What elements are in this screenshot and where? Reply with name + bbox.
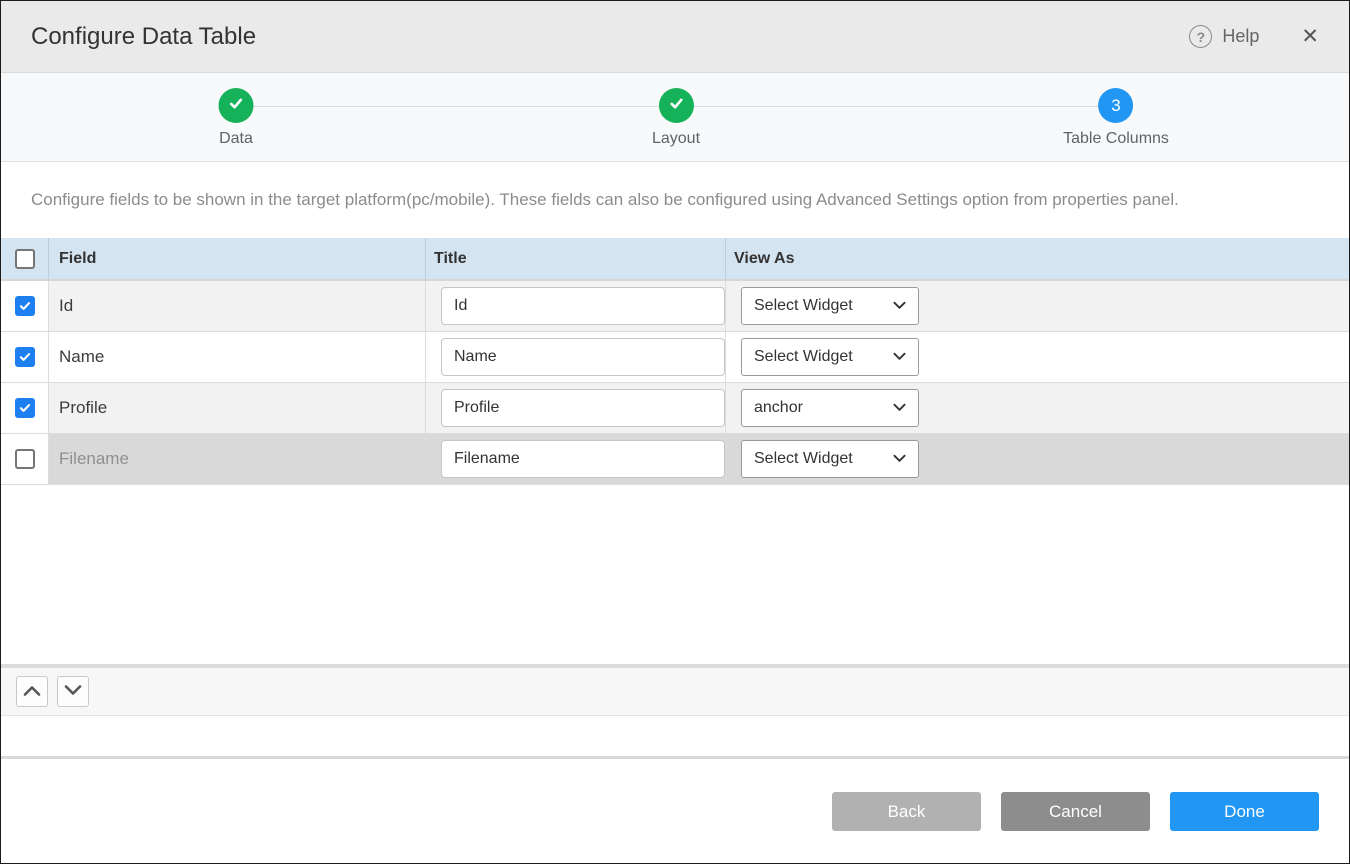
- row-checkbox[interactable]: [15, 449, 35, 469]
- table-row: Id Select Widget: [1, 281, 1349, 332]
- row-checkbox-cell: [1, 332, 49, 382]
- title-input[interactable]: [441, 287, 725, 325]
- step-table-columns[interactable]: 3 Table Columns: [1063, 88, 1169, 148]
- title-input[interactable]: [441, 440, 725, 478]
- titlebar: Configure Data Table ? Help ✕: [1, 1, 1349, 73]
- step-data-circle: [219, 88, 254, 123]
- view-as-selected-value: Select Widget: [754, 297, 853, 315]
- chevron-down-icon: [893, 348, 906, 366]
- step-table-columns-label: Table Columns: [1063, 130, 1169, 148]
- help-circle-icon[interactable]: ?: [1189, 25, 1212, 48]
- table-body: Id Select Widget Name: [1, 281, 1349, 485]
- table-header-row: Field Title View As: [1, 238, 1349, 281]
- description-area: Configure fields to be shown in the targ…: [1, 162, 1349, 238]
- move-up-button[interactable]: [16, 676, 48, 707]
- dialog-title: Configure Data Table: [31, 23, 256, 51]
- field-name-label: Profile: [59, 398, 107, 418]
- footer: Back Cancel Done: [1, 756, 1349, 863]
- chevron-down-icon: [893, 297, 906, 315]
- chevron-down-icon: [893, 450, 906, 468]
- field-name-label: Id: [59, 296, 73, 316]
- step-layout[interactable]: Layout: [652, 88, 700, 148]
- chevron-down-icon: [64, 683, 82, 701]
- row-checkbox[interactable]: [15, 347, 35, 367]
- table-empty-area: [1, 485, 1349, 664]
- view-as-selected-value: anchor: [754, 399, 803, 417]
- check-icon: [666, 94, 685, 118]
- done-button[interactable]: Done: [1170, 792, 1319, 831]
- row-checkbox-cell: [1, 434, 49, 484]
- back-button[interactable]: Back: [832, 792, 981, 831]
- row-checkbox[interactable]: [15, 296, 35, 316]
- column-header-view-as: View As: [726, 238, 1349, 279]
- title-input[interactable]: [441, 338, 725, 376]
- row-checkbox[interactable]: [15, 398, 35, 418]
- configure-data-table-dialog: Configure Data Table ? Help ✕ Data Layou…: [0, 0, 1350, 864]
- view-as-selected-value: Select Widget: [754, 450, 853, 468]
- description-text: Configure fields to be shown in the targ…: [31, 190, 1319, 210]
- table-row: Name Select Widget: [1, 332, 1349, 383]
- table-row: Filename Select Widget: [1, 434, 1349, 485]
- stepper: Data Layout 3 Table Columns: [1, 73, 1349, 162]
- row-checkbox-cell: [1, 281, 49, 331]
- move-down-button[interactable]: [57, 676, 89, 707]
- view-as-selected-value: Select Widget: [754, 348, 853, 366]
- view-as-dropdown[interactable]: anchor: [741, 389, 919, 427]
- reorder-toolbar: [1, 664, 1349, 716]
- title-input[interactable]: [441, 389, 725, 427]
- select-all-cell: [1, 238, 49, 279]
- field-name-label: Name: [59, 347, 104, 367]
- step-table-columns-circle: 3: [1098, 88, 1133, 123]
- cancel-button[interactable]: Cancel: [1001, 792, 1150, 831]
- footer-gap: [1, 716, 1349, 756]
- table-row: Profile anchor: [1, 383, 1349, 434]
- select-all-checkbox[interactable]: [15, 249, 35, 269]
- close-icon[interactable]: ✕: [1301, 26, 1319, 47]
- column-header-field: Field: [49, 238, 426, 279]
- step-layout-circle: [658, 88, 693, 123]
- row-checkbox-cell: [1, 383, 49, 433]
- step-data[interactable]: Data: [219, 88, 254, 148]
- check-icon: [227, 94, 246, 118]
- view-as-dropdown[interactable]: Select Widget: [741, 287, 919, 325]
- view-as-dropdown[interactable]: Select Widget: [741, 338, 919, 376]
- field-name-label: Filename: [59, 449, 129, 469]
- view-as-dropdown[interactable]: Select Widget: [741, 440, 919, 478]
- chevron-up-icon: [23, 683, 41, 701]
- help-button[interactable]: Help: [1222, 26, 1259, 47]
- chevron-down-icon: [893, 399, 906, 417]
- column-header-title: Title: [426, 238, 726, 279]
- step-data-label: Data: [219, 130, 254, 148]
- step-layout-label: Layout: [652, 130, 700, 148]
